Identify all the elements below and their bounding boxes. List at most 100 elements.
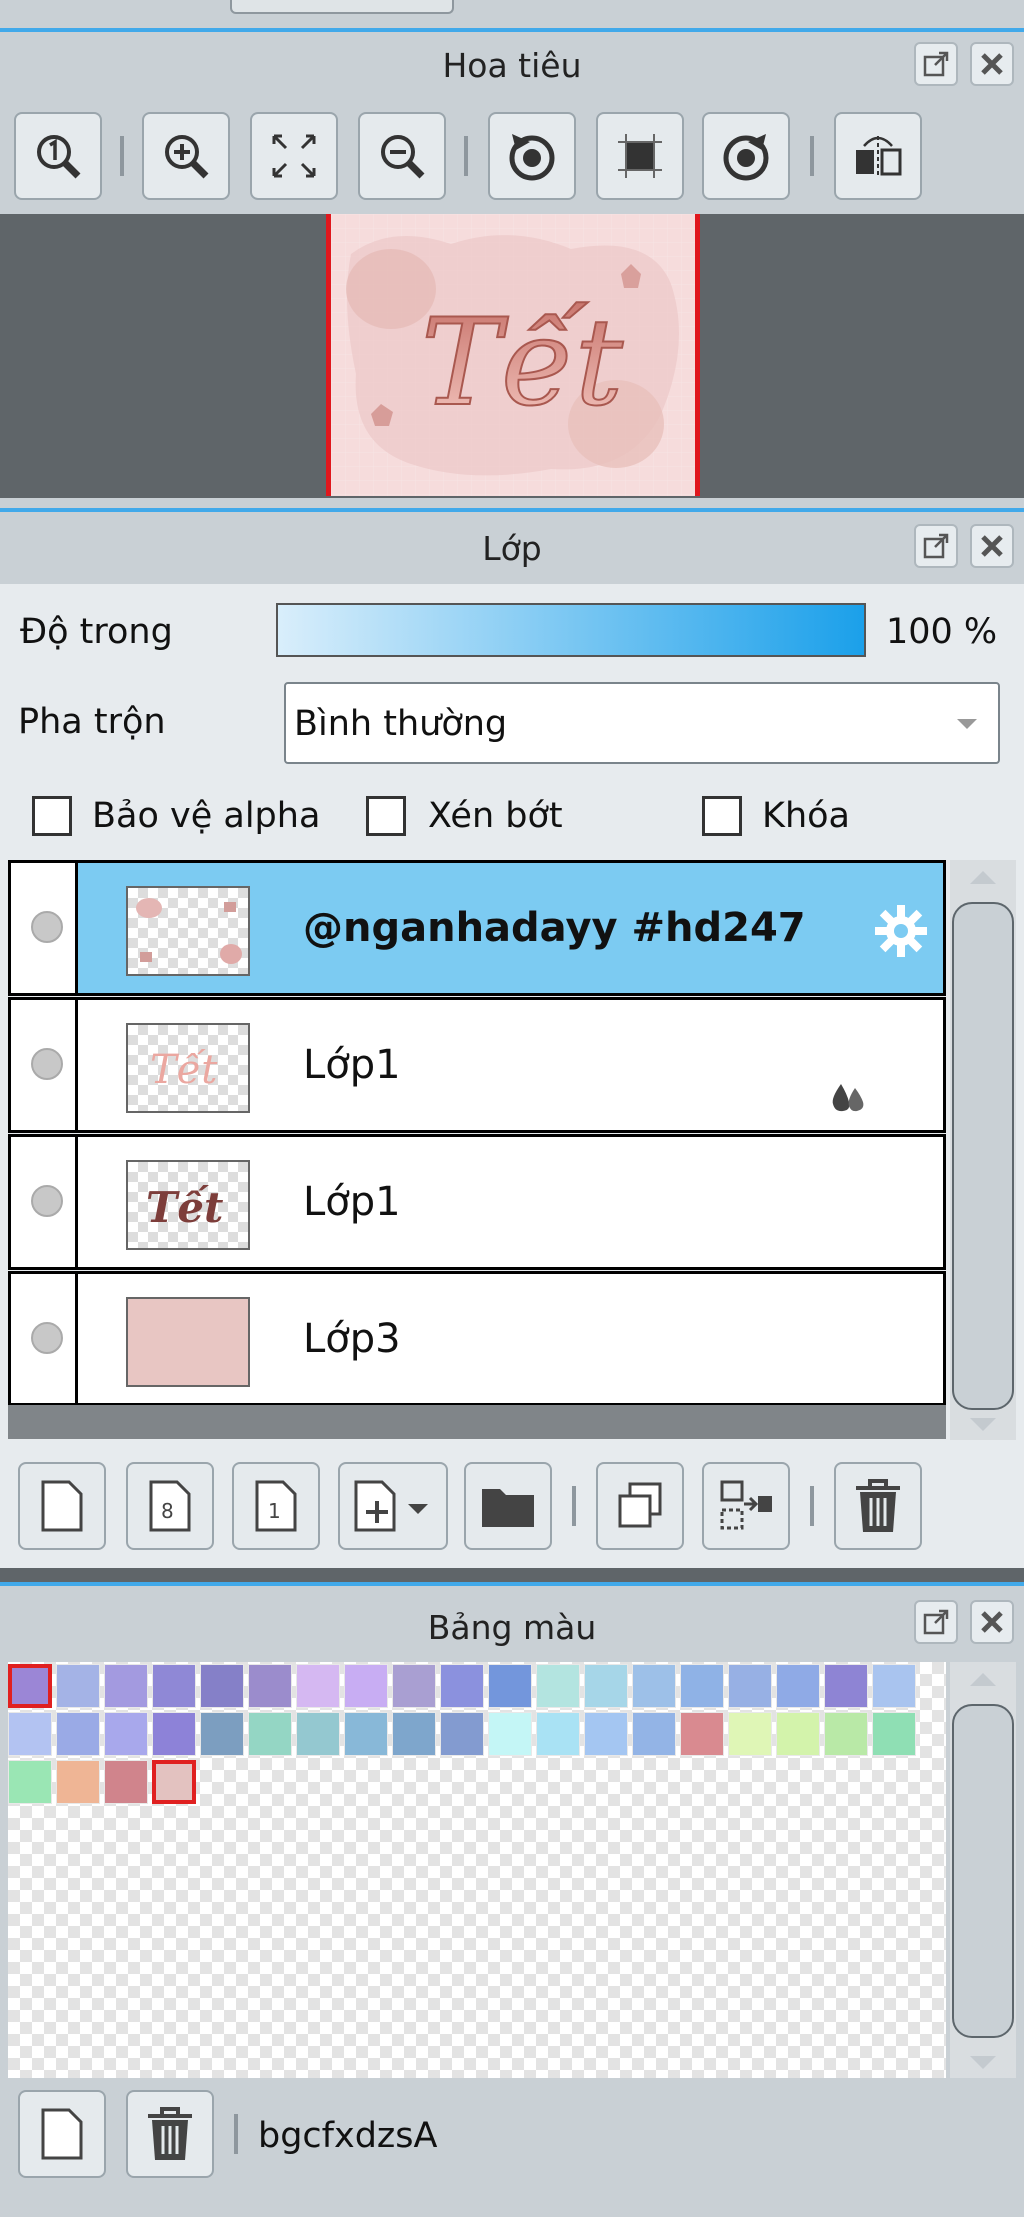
palette-swatch-grid[interactable] bbox=[8, 1662, 946, 2078]
reset-view-button[interactable] bbox=[596, 112, 684, 200]
toolbar-separator bbox=[572, 1486, 576, 1526]
new-1bit-layer-button[interactable]: 1 bbox=[232, 1462, 320, 1550]
scroll-down-icon[interactable] bbox=[968, 2054, 998, 2072]
palette-swatch[interactable] bbox=[8, 1760, 52, 1804]
zoom-actual-button[interactable] bbox=[14, 112, 102, 200]
clip-checkbox[interactable] bbox=[366, 796, 406, 836]
toolbar-separator bbox=[120, 136, 124, 176]
palette-swatch[interactable] bbox=[248, 1664, 292, 1708]
palette-swatch[interactable] bbox=[536, 1664, 580, 1708]
scroll-down-icon[interactable] bbox=[968, 1416, 998, 1434]
palette-swatch[interactable] bbox=[392, 1712, 436, 1756]
merge-down-button[interactable] bbox=[702, 1462, 790, 1550]
palette-swatch[interactable] bbox=[200, 1664, 244, 1708]
visibility-toggle-icon[interactable] bbox=[31, 1185, 63, 1217]
layer-row[interactable]: Tết Lớp1 bbox=[8, 1134, 946, 1270]
navigator-close-button[interactable] bbox=[970, 42, 1014, 86]
visibility-toggle-icon[interactable] bbox=[31, 1322, 63, 1354]
rotate-left-button[interactable] bbox=[488, 112, 576, 200]
palette-swatch[interactable] bbox=[632, 1664, 676, 1708]
zoom-in-button[interactable] bbox=[142, 112, 230, 200]
visibility-toggle-icon[interactable] bbox=[31, 1048, 63, 1080]
layers-detach-button[interactable] bbox=[914, 524, 958, 568]
palette-swatch[interactable] bbox=[536, 1712, 580, 1756]
palette-scrollbar-thumb[interactable] bbox=[952, 1704, 1014, 2038]
palette-swatch[interactable] bbox=[296, 1712, 340, 1756]
flip-horizontal-button[interactable] bbox=[834, 112, 922, 200]
chevron-down-icon bbox=[957, 719, 977, 729]
palette-swatch[interactable] bbox=[824, 1664, 868, 1708]
clip-label: Xén bớt bbox=[428, 796, 563, 836]
palette-swatch[interactable] bbox=[104, 1712, 148, 1756]
palette-swatch[interactable] bbox=[728, 1664, 772, 1708]
palette-swatch[interactable] bbox=[488, 1712, 532, 1756]
palette-swatch[interactable] bbox=[104, 1664, 148, 1708]
palette-swatch[interactable] bbox=[8, 1712, 52, 1756]
palette-swatch[interactable] bbox=[776, 1712, 820, 1756]
delete-layer-button[interactable] bbox=[834, 1462, 922, 1550]
palette-swatch[interactable] bbox=[56, 1664, 100, 1708]
fit-screen-button[interactable] bbox=[250, 112, 338, 200]
palette-swatch[interactable] bbox=[632, 1712, 676, 1756]
palette-swatch[interactable] bbox=[344, 1664, 388, 1708]
panel-splitter[interactable] bbox=[0, 1568, 1024, 1582]
navigator-preview-area[interactable]: Tết bbox=[0, 214, 1024, 498]
navigator-canvas-thumbnail[interactable]: Tết bbox=[326, 214, 700, 496]
palette-swatch[interactable] bbox=[680, 1664, 724, 1708]
layer-scrollbar-thumb[interactable] bbox=[952, 902, 1014, 1410]
palette-swatch[interactable] bbox=[56, 1712, 100, 1756]
delete-palette-button[interactable] bbox=[126, 2090, 214, 2178]
palette-close-button[interactable] bbox=[970, 1600, 1014, 1644]
palette-detach-button[interactable] bbox=[914, 1600, 958, 1644]
palette-swatch[interactable] bbox=[296, 1664, 340, 1708]
palette-swatch[interactable] bbox=[8, 1664, 52, 1708]
palette-swatch[interactable] bbox=[680, 1712, 724, 1756]
scroll-up-icon[interactable] bbox=[968, 1670, 998, 1688]
rotate-right-button[interactable] bbox=[702, 112, 790, 200]
palette-swatch[interactable] bbox=[152, 1760, 196, 1804]
palette-swatch[interactable] bbox=[584, 1664, 628, 1708]
gear-icon[interactable] bbox=[873, 903, 929, 959]
new-folder-button[interactable] bbox=[464, 1462, 552, 1550]
palette-swatch[interactable] bbox=[104, 1760, 148, 1804]
palette-swatch[interactable] bbox=[440, 1712, 484, 1756]
new-palette-button[interactable] bbox=[18, 2090, 106, 2178]
palette-name: bgcfxdzsA bbox=[258, 2116, 438, 2156]
palette-swatch[interactable] bbox=[56, 1760, 100, 1804]
protect-alpha-checkbox[interactable] bbox=[32, 796, 72, 836]
palette-swatch[interactable] bbox=[824, 1712, 868, 1756]
visibility-toggle-icon[interactable] bbox=[31, 911, 63, 943]
layers-close-button[interactable] bbox=[970, 524, 1014, 568]
palette-swatch[interactable] bbox=[392, 1664, 436, 1708]
layer-row[interactable]: Lớp3 bbox=[8, 1271, 946, 1406]
palette-swatch[interactable] bbox=[152, 1664, 196, 1708]
layer-thumbnail bbox=[126, 1297, 250, 1387]
palette-scrollbar[interactable] bbox=[950, 1662, 1016, 2078]
palette-swatch[interactable] bbox=[872, 1664, 916, 1708]
top-tab[interactable] bbox=[230, 0, 454, 14]
zoom-out-button[interactable] bbox=[358, 112, 446, 200]
blend-mode-select[interactable]: Bình thường bbox=[284, 682, 1000, 764]
palette-swatch[interactable] bbox=[728, 1712, 772, 1756]
layer-row[interactable]: Tết Lớp1 bbox=[8, 997, 946, 1133]
palette-swatch[interactable] bbox=[344, 1712, 388, 1756]
new-8bit-layer-button[interactable]: 8 bbox=[126, 1462, 214, 1550]
palette-swatch[interactable] bbox=[584, 1712, 628, 1756]
palette-swatch[interactable] bbox=[776, 1664, 820, 1708]
navigator-detach-button[interactable] bbox=[914, 42, 958, 86]
layer-thumbnail: Tết bbox=[126, 1023, 250, 1113]
palette-swatch[interactable] bbox=[440, 1664, 484, 1708]
palette-swatch[interactable] bbox=[200, 1712, 244, 1756]
add-layer-menu-button[interactable] bbox=[338, 1462, 448, 1550]
opacity-slider[interactable] bbox=[276, 603, 866, 657]
palette-swatch[interactable] bbox=[248, 1712, 292, 1756]
layer-scrollbar[interactable] bbox=[950, 860, 1016, 1440]
palette-swatch[interactable] bbox=[152, 1712, 196, 1756]
duplicate-layer-button[interactable] bbox=[596, 1462, 684, 1550]
layer-row[interactable]: @nganhadayy #hd247 bbox=[8, 860, 946, 996]
palette-swatch[interactable] bbox=[488, 1664, 532, 1708]
palette-swatch[interactable] bbox=[872, 1712, 916, 1756]
scroll-up-icon[interactable] bbox=[968, 868, 998, 886]
new-layer-button[interactable] bbox=[18, 1462, 106, 1550]
lock-checkbox[interactable] bbox=[702, 796, 742, 836]
